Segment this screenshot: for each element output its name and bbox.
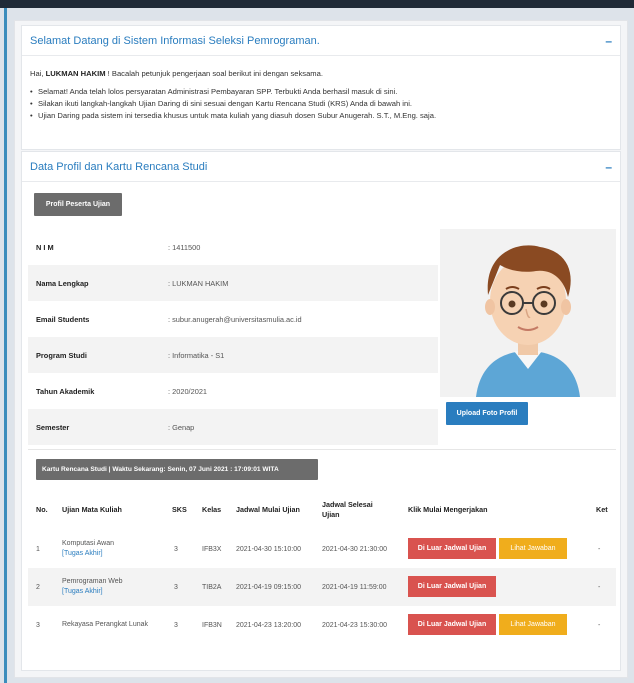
greeting-suffix: ! Bacalah petunjuk pengerjaan soal berik… <box>107 69 323 78</box>
profile-label: Tahun Akademik <box>36 386 95 396</box>
cell-start: 2021-04-30 15:10:00 <box>236 545 301 553</box>
view-answer-button[interactable]: Lihat Jawaban <box>499 614 567 635</box>
profile-row-academic-year: Tahun Akademik : 2020/2021 <box>28 373 438 409</box>
assignment-link[interactable]: [Tugas Akhir] <box>62 549 114 559</box>
profile-panel-header: Data Profil dan Kartu Rencana Studi – <box>22 152 620 182</box>
list-item-text: Ujian Daring pada sistem ini tersedia kh… <box>38 111 437 120</box>
cell-sks: 3 <box>174 621 178 629</box>
col-course: Ujian Mata Kuliah <box>62 505 122 514</box>
table-row: 3 Rekayasa Perangkat Lunak 3 IFB3N 2021-… <box>28 606 616 644</box>
table-row: 1 Komputasi Awan [Tugas Akhir] 3 IFB3X 2… <box>28 530 616 568</box>
cell-kelas: TIB2A <box>202 583 222 591</box>
cell-course: Komputasi Awan [Tugas Akhir] <box>62 530 114 568</box>
welcome-panel: Selamat Datang di Sistem Informasi Selek… <box>21 25 621 150</box>
profile-value: : 2020/2021 <box>168 386 208 396</box>
profile-krs-panel: Data Profil dan Kartu Rencana Studi – Pr… <box>21 151 621 671</box>
col-action: Klik Mulai Mengerjakan <box>408 505 488 514</box>
welcome-panel-body: Hai, LUKMAN HAKIM ! Bacalah petunjuk pen… <box>22 56 620 122</box>
profile-label: Nama Lengkap <box>36 278 89 288</box>
welcome-panel-header: Selamat Datang di Sistem Informasi Selek… <box>22 26 620 56</box>
profile-value: : 1411500 <box>168 242 201 252</box>
list-item: • Selamat! Anda telah lolos persyaratan A… <box>30 86 612 98</box>
out-of-schedule-button[interactable]: Di Luar Jadwal Ujian <box>408 614 496 635</box>
list-item: • Silakan ikuti langkah-langkah Ujian Dar… <box>30 98 612 110</box>
cell-ket: - <box>598 621 601 629</box>
cell-end: 2021-04-30 21:30:00 <box>322 545 387 553</box>
profile-value: : subur.anugerah@universitasmulia.ac.id <box>168 314 302 324</box>
cell-course: Rekayasa Perangkat Lunak <box>62 606 148 644</box>
krs-section: Kartu Rencana Studi | Waktu Sekarang: Se… <box>28 449 616 664</box>
col-sks: SKS <box>172 505 187 514</box>
krs-badge: Kartu Rencana Studi | Waktu Sekarang: Se… <box>36 459 318 480</box>
top-bar <box>0 0 634 8</box>
cell-no: 3 <box>36 621 40 629</box>
bullet-icon: • <box>30 111 33 120</box>
col-no: No. <box>36 505 48 514</box>
collapse-icon[interactable]: – <box>605 160 612 174</box>
col-start: Jadwal Mulai Ujian <box>236 505 300 514</box>
out-of-schedule-button[interactable]: Di Luar Jadwal Ujian <box>408 576 496 597</box>
avatar-icon <box>440 229 616 397</box>
course-name: Komputasi Awan <box>62 540 115 547</box>
assignment-link[interactable]: [Tugas Akhir] <box>62 587 123 597</box>
col-ket: Ket <box>596 505 608 514</box>
list-item-text: Silakan ikuti langkah-langkah Ujian Dari… <box>38 99 413 108</box>
col-end: Jadwal Selesai Ujian <box>322 500 373 519</box>
out-of-schedule-button[interactable]: Di Luar Jadwal Ujian <box>408 538 496 559</box>
profile-label: Program Studi <box>36 350 87 360</box>
profile-row-email: Email Students : subur.anugerah@universi… <box>28 301 438 337</box>
krs-table-header: No. Ujian Mata Kuliah SKS Kelas Jadwal M… <box>28 498 616 522</box>
cell-ket: - <box>598 545 601 553</box>
cell-no: 2 <box>36 583 40 591</box>
left-accent-line <box>4 8 7 683</box>
table-row: 2 Pemrograman Web [Tugas Akhir] 3 TIB2A … <box>28 568 616 606</box>
profile-participant-button[interactable]: Profil Peserta Ujian <box>34 193 122 216</box>
profile-label: Email Students <box>36 314 90 324</box>
upload-photo-button[interactable]: Upload Foto Profil <box>446 402 528 425</box>
course-name: Pemrograman Web <box>62 578 123 585</box>
profile-value: : LUKMAN HAKIM <box>168 278 229 288</box>
cell-kelas: IFB3X <box>202 545 222 553</box>
profile-row-semester: Semester : Genap <box>28 409 438 445</box>
course-name: Rekayasa Perangkat Lunak <box>62 621 148 628</box>
profile-row-nim: N I M : 1411500 <box>28 229 438 265</box>
col-kelas: Kelas <box>202 505 222 514</box>
profile-value: : Genap <box>168 422 195 432</box>
cell-sks: 3 <box>174 583 178 591</box>
collapse-icon[interactable]: – <box>605 34 612 48</box>
cell-kelas: IFB3N <box>202 621 222 629</box>
greeting-line: Hai, LUKMAN HAKIM ! Bacalah petunjuk pen… <box>30 68 612 80</box>
list-item: • Ujian Daring pada sistem ini tersedia k… <box>30 110 612 122</box>
profile-photo <box>440 229 616 397</box>
profile-row-program: Program Studi : Informatika - S1 <box>28 337 438 373</box>
cell-start: 2021-04-23 13:20:00 <box>236 621 301 629</box>
view-answer-button[interactable]: Lihat Jawaban <box>499 538 567 559</box>
cell-no: 1 <box>36 545 40 553</box>
profile-value: : Informatika - S1 <box>168 350 225 360</box>
cell-end: 2021-04-23 15:30:00 <box>322 621 387 629</box>
user-name: LUKMAN HAKIM <box>45 69 106 78</box>
greeting-prefix: Hai, <box>30 69 44 78</box>
profile-panel-title: Data Profil dan Kartu Rencana Studi <box>30 160 208 173</box>
cell-course: Pemrograman Web [Tugas Akhir] <box>62 568 123 606</box>
welcome-panel-title: Selamat Datang di Sistem Informasi Selek… <box>30 34 320 47</box>
content-wrapper: Selamat Datang di Sistem Informasi Selek… <box>14 20 628 678</box>
cell-ket: - <box>598 583 601 591</box>
profile-label: Semester <box>36 422 70 432</box>
profile-label: N I M <box>36 242 54 252</box>
bullet-icon: • <box>30 87 33 96</box>
bullet-icon: • <box>30 99 33 108</box>
cell-start: 2021-04-19 09:15:00 <box>236 583 301 591</box>
list-item-text: Selamat! Anda telah lolos persyaratan Ad… <box>38 87 398 96</box>
instruction-list: • Selamat! Anda telah lolos persyaratan A… <box>30 86 612 122</box>
cell-sks: 3 <box>174 545 178 553</box>
cell-end: 2021-04-19 11:59:00 <box>322 583 387 591</box>
profile-row-name: Nama Lengkap : LUKMAN HAKIM <box>28 265 438 301</box>
